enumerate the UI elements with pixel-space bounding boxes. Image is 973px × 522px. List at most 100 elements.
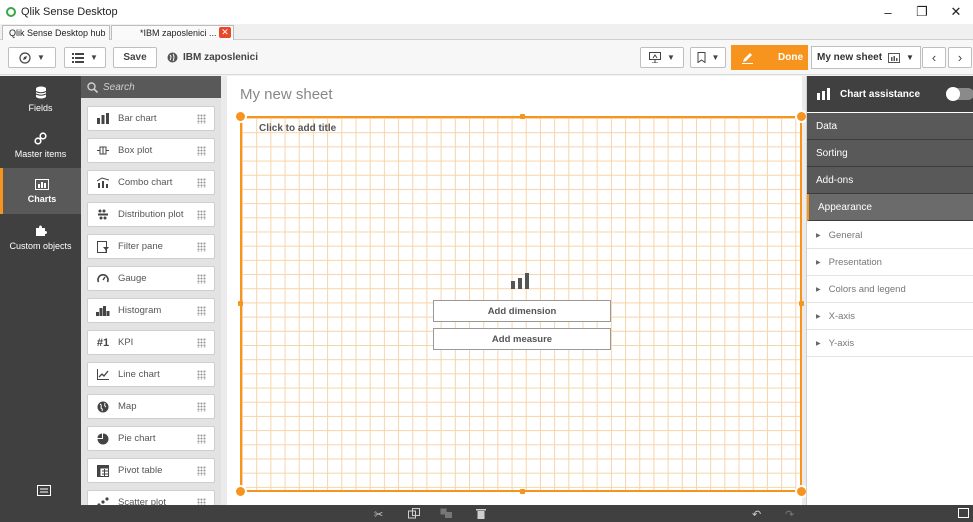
bar-chart-icon xyxy=(511,273,529,289)
drag-handle-icon[interactable] xyxy=(197,498,206,505)
sheet-selector[interactable]: My new sheet ▼ xyxy=(811,46,921,69)
object-title[interactable]: Click to add title xyxy=(259,123,336,134)
toolbar: ▼ ▼ Save IBM zaposlenici ▼ ▼ Done My new… xyxy=(0,40,973,75)
paste-icon[interactable] xyxy=(440,508,453,519)
subsection-colors-legend[interactable]: ▶ Colors and legend xyxy=(807,276,973,303)
resize-handle-top[interactable] xyxy=(520,114,525,119)
tab-label: Qlik Sense Desktop hub xyxy=(9,28,106,38)
chevron-right-icon: › xyxy=(957,50,963,65)
drag-handle-icon[interactable] xyxy=(197,114,206,124)
chart-item-line-chart[interactable]: Line chart xyxy=(87,362,215,387)
chart-item-bar-chart[interactable]: Bar chart xyxy=(87,106,215,131)
drag-handle-icon[interactable] xyxy=(197,370,206,380)
drag-handle-icon[interactable] xyxy=(197,146,206,156)
previous-sheet-button[interactable]: ‹ xyxy=(922,47,946,68)
tab-app[interactable]: *IBM zaposlenici ... ✕ xyxy=(111,25,234,40)
drag-handle-icon[interactable] xyxy=(197,434,206,444)
section-appearance[interactable]: Appearance xyxy=(807,194,973,221)
navigation-button[interactable]: ▼ xyxy=(8,47,56,68)
chart-search[interactable]: Search xyxy=(81,76,221,98)
add-measure-button[interactable]: Add measure xyxy=(433,328,611,350)
chart-item-histogram[interactable]: Histogram xyxy=(87,298,215,323)
section-data[interactable]: Data xyxy=(807,113,973,140)
done-button[interactable]: Done xyxy=(731,45,808,70)
pivot-table-icon xyxy=(97,464,109,477)
chart-item-map[interactable]: Map xyxy=(87,394,215,419)
drag-handle-icon[interactable] xyxy=(197,274,206,284)
subsection-label: Colors and legend xyxy=(828,283,906,295)
chart-item-filter-pane[interactable]: Filter pane xyxy=(87,234,215,259)
drag-handle-icon[interactable] xyxy=(197,306,206,316)
resize-handle-right[interactable] xyxy=(799,301,804,306)
properties-panel: Chart assistance Data Sorting Add-ons Ap… xyxy=(806,76,973,505)
bookmark-button[interactable]: ▼ xyxy=(690,47,726,68)
drag-handle-icon[interactable] xyxy=(197,338,206,348)
charts-panel: Search Bar chart Box plot Combo chart Di… xyxy=(81,76,221,505)
next-sheet-button[interactable]: › xyxy=(948,47,972,68)
drag-handle-icon[interactable] xyxy=(197,242,206,252)
chart-item-pie-chart[interactable]: Pie chart xyxy=(87,426,215,451)
section-sorting[interactable]: Sorting xyxy=(807,140,973,167)
redo-icon[interactable]: ↷ xyxy=(785,508,794,521)
resize-handle-left[interactable] xyxy=(238,301,243,306)
subsection-label: Y-axis xyxy=(828,337,855,349)
add-dimension-button[interactable]: Add dimension xyxy=(433,300,611,322)
nav-fields[interactable]: Fields xyxy=(0,76,81,122)
close-tab-icon[interactable]: ✕ xyxy=(219,27,231,38)
chart-item-gauge[interactable]: Gauge xyxy=(87,266,215,291)
resize-handle-top-left[interactable] xyxy=(234,110,247,123)
chart-item-kpi[interactable]: #1 KPI xyxy=(87,330,215,355)
save-button[interactable]: Save xyxy=(113,47,157,68)
maximize-icon[interactable]: ❐ xyxy=(905,0,939,24)
tab-hub[interactable]: Qlik Sense Desktop hub xyxy=(2,25,110,40)
story-button[interactable]: ▼ xyxy=(640,47,684,68)
chart-item-distribution-plot[interactable]: Distribution plot xyxy=(87,202,215,227)
cut-icon[interactable]: ✂ xyxy=(374,508,383,521)
subsection-presentation[interactable]: ▶ Presentation xyxy=(807,249,973,276)
trash-icon[interactable] xyxy=(476,508,486,519)
caret-right-icon: ▶ xyxy=(816,286,821,293)
app-name: IBM zaposlenici xyxy=(167,47,258,68)
copy-icon[interactable] xyxy=(408,508,421,519)
distribution-plot-icon xyxy=(98,209,108,220)
done-label: Done xyxy=(778,52,803,63)
box-plot-icon xyxy=(97,146,109,155)
chart-assistance-toggle[interactable] xyxy=(946,87,973,101)
nav-custom-objects[interactable]: Custom objects xyxy=(0,214,81,260)
chart-item-combo-chart[interactable]: Combo chart xyxy=(87,170,215,195)
caret-right-icon: ▶ xyxy=(816,259,821,266)
globe-icon xyxy=(167,52,178,63)
nav-master-items[interactable]: Master items xyxy=(0,122,81,168)
drag-handle-icon[interactable] xyxy=(197,402,206,412)
drag-handle-icon[interactable] xyxy=(197,210,206,220)
chart-assistance-label: Chart assistance xyxy=(840,88,921,100)
resize-handle-bottom-left[interactable] xyxy=(234,485,247,498)
section-add-ons[interactable]: Add-ons xyxy=(807,167,973,194)
nav-label: Fields xyxy=(28,102,53,113)
chart-item-box-plot[interactable]: Box plot xyxy=(87,138,215,163)
chart-item-label: Line chart xyxy=(118,369,160,380)
chart-item-label: Gauge xyxy=(118,273,147,284)
sheet-title[interactable]: My new sheet xyxy=(240,86,333,103)
sheet-canvas: My new sheet Click to add title Add dime… xyxy=(227,76,808,505)
subsection-y-axis[interactable]: ▶ Y-axis xyxy=(807,330,973,357)
resize-handle-bottom[interactable] xyxy=(520,489,525,494)
tab-bar: Qlik Sense Desktop hub *IBM zaposlenici … xyxy=(0,24,973,40)
global-menu-button[interactable]: ▼ xyxy=(64,47,106,68)
chart-item-pivot-table[interactable]: Pivot table xyxy=(87,458,215,483)
drag-handle-icon[interactable] xyxy=(197,466,206,476)
keyboard-icon[interactable] xyxy=(37,485,51,496)
chart-object[interactable]: Click to add title Add dimension Add mea… xyxy=(234,110,808,498)
list-icon xyxy=(72,52,85,63)
close-icon[interactable]: ✕ xyxy=(939,0,973,24)
subsection-x-axis[interactable]: ▶ X-axis xyxy=(807,303,973,330)
nav-charts[interactable]: Charts xyxy=(0,168,81,214)
minimize-icon[interactable]: – xyxy=(871,0,905,24)
subsection-general[interactable]: ▶ General xyxy=(807,222,973,249)
window-controls: – ❐ ✕ xyxy=(871,0,973,24)
undo-icon[interactable]: ↶ xyxy=(752,508,761,521)
chart-item-scatter-plot[interactable]: Scatter plot xyxy=(87,490,215,505)
expand-panel-icon[interactable] xyxy=(958,508,969,518)
bar-chart-icon xyxy=(817,88,830,100)
drag-handle-icon[interactable] xyxy=(197,178,206,188)
